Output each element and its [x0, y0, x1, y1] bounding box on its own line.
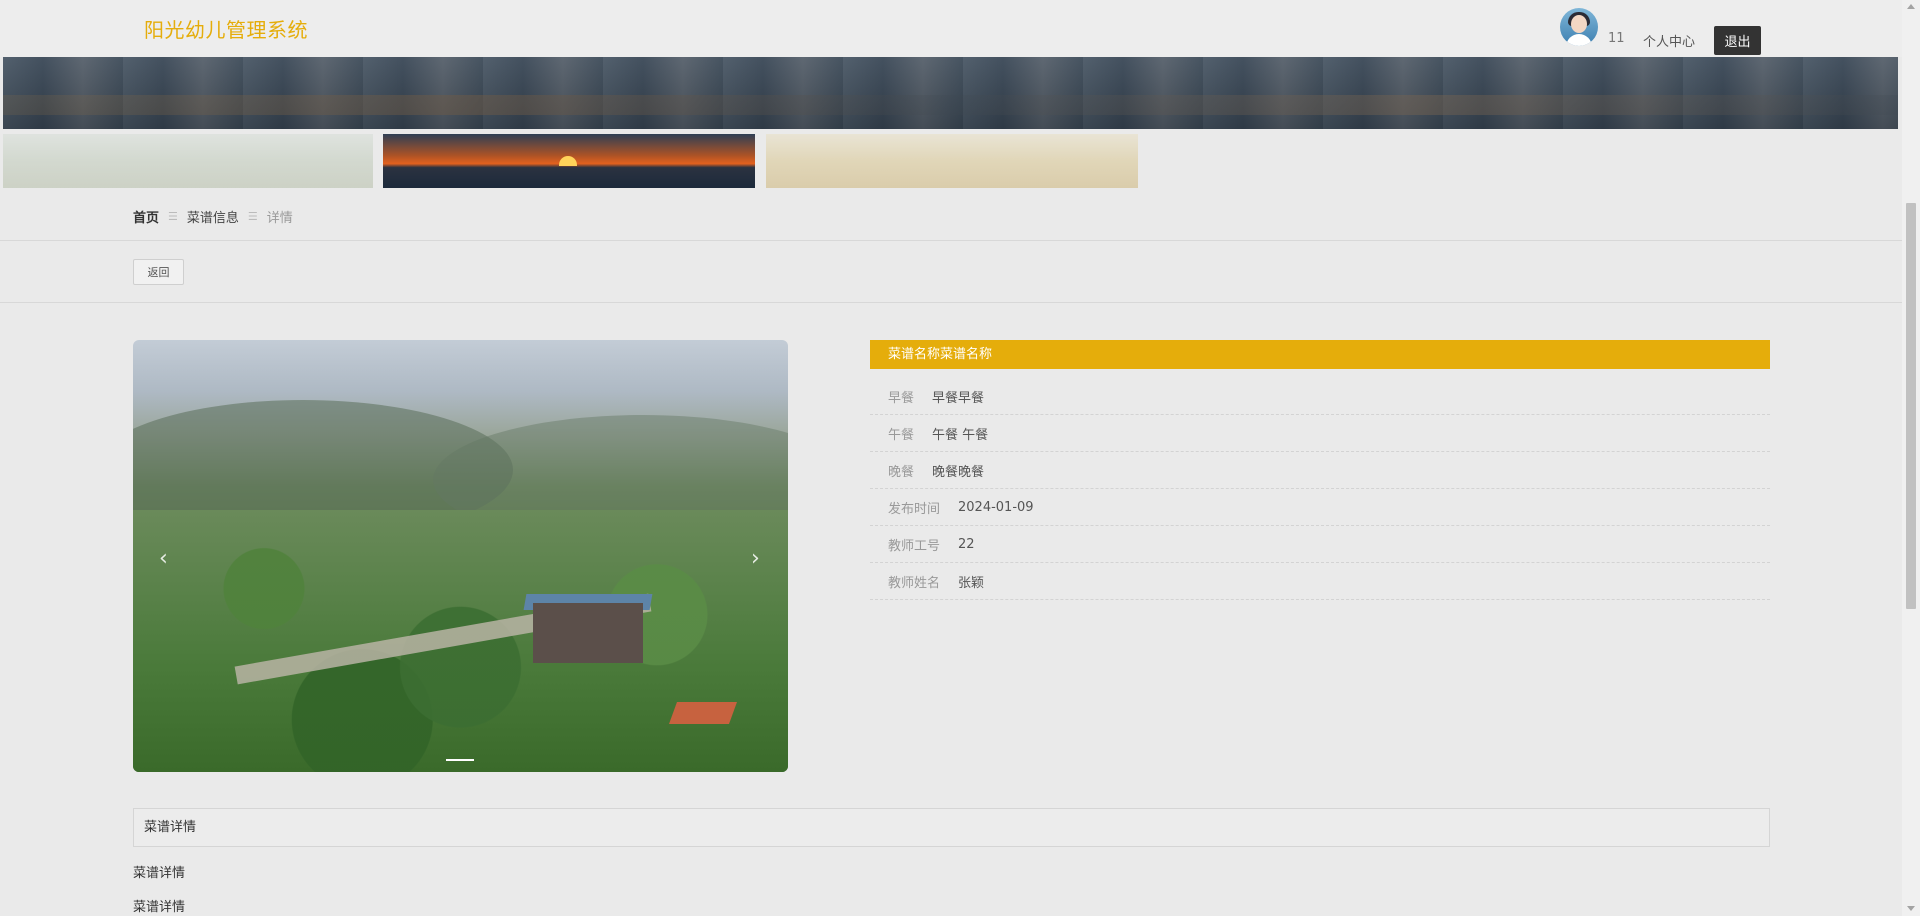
detail-label: 教师工号 — [888, 538, 941, 554]
divider — [0, 302, 1902, 303]
banner-thumb-mountains[interactable] — [3, 134, 373, 188]
breadcrumb-home[interactable]: 首页 — [133, 207, 159, 226]
avatar-body — [1566, 34, 1592, 46]
detail-value: 早餐早餐 — [932, 390, 985, 406]
avatar-face — [1571, 15, 1587, 33]
recipe-description-text: 菜谱详情 — [133, 900, 186, 915]
detail-value: 张颖 — [958, 575, 985, 591]
breadcrumb: 首页 ☰ 菜谱信息 ☰ 详情 — [133, 207, 293, 226]
user-avatar-icon[interactable] — [1560, 8, 1598, 46]
sun-shape — [559, 156, 577, 166]
banner-thumb-sunset[interactable] — [383, 134, 755, 188]
page-scrollbar[interactable] — [1902, 0, 1920, 916]
recipe-image-carousel[interactable]: ‹ › — [133, 340, 788, 772]
scrollbar-thumb[interactable] — [1906, 203, 1916, 609]
banner-shine — [3, 95, 1898, 115]
breadcrumb-separator-icon: ☰ — [168, 210, 178, 223]
recipe-title: 菜谱名称菜谱名称 — [870, 340, 1770, 369]
detail-row-breakfast: 早餐 早餐早餐 — [870, 378, 1770, 415]
scene-building — [533, 603, 643, 663]
logout-button[interactable]: 退出 — [1714, 26, 1761, 55]
recipe-description-header: 菜谱详情 — [133, 808, 1770, 847]
breadcrumb-separator-icon: ☰ — [247, 210, 258, 223]
carousel-indicator[interactable] — [446, 759, 474, 761]
chevron-right-icon[interactable]: › — [751, 546, 760, 571]
detail-row-publish-time: 发布时间 2024-01-09 — [870, 489, 1770, 526]
username-label: 11 — [1608, 31, 1625, 46]
divider — [0, 240, 1902, 241]
site-brand[interactable]: 阳光幼儿管理系统 — [144, 14, 308, 43]
detail-label: 发布时间 — [888, 501, 941, 517]
recipe-description-text: 菜谱详情 — [133, 866, 186, 881]
banner-thumb-autumn[interactable] — [766, 134, 1138, 188]
detail-row-dinner: 晚餐 晚餐晚餐 — [870, 452, 1770, 489]
detail-label: 早餐 — [888, 390, 915, 406]
detail-value: 午餐 午餐 — [932, 427, 989, 443]
scene-red-roof — [668, 702, 738, 724]
profile-center-link[interactable]: 个人中心 — [1643, 31, 1695, 50]
breadcrumb-current: 详情 — [266, 211, 293, 226]
detail-label: 晚餐 — [888, 464, 915, 480]
detail-label: 午餐 — [888, 427, 915, 443]
detail-value: 晚餐晚餐 — [932, 464, 985, 480]
detail-row-lunch: 午餐 午餐 午餐 — [870, 415, 1770, 452]
back-button[interactable]: 返回 — [133, 259, 184, 285]
scroll-down-icon[interactable] — [1907, 906, 1915, 911]
scroll-up-icon[interactable] — [1907, 4, 1915, 9]
detail-value: 22 — [958, 536, 975, 552]
detail-row-teacher-name: 教师姓名 张颖 — [870, 563, 1770, 600]
detail-label: 教师姓名 — [888, 575, 941, 591]
detail-row-teacher-id: 教师工号 22 — [870, 526, 1770, 563]
breadcrumb-recipe-list[interactable]: 菜谱信息 — [187, 207, 239, 226]
chevron-left-icon[interactable]: ‹ — [159, 546, 168, 571]
top-header: 阳光幼儿管理系统 11 个人中心 退出 — [0, 0, 1902, 57]
detail-value: 2024-01-09 — [958, 499, 1034, 515]
banner-image — [3, 57, 1898, 129]
